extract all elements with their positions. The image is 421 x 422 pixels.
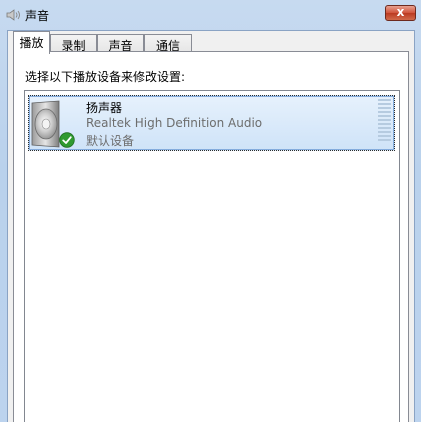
playback-device-list[interactable]: 扬声器 Realtek High Definition Audio 默认设备 (24, 90, 400, 422)
volume-level-meter (378, 99, 391, 145)
check-icon (59, 132, 75, 148)
sound-dialog: 声音 x 播放 录制 声音 通信 选择以下播放设备来修改设置: 扬声器 Real… (0, 0, 421, 422)
playback-panel: 选择以下播放设备来修改设置: 扬声器 Realtek High Definiti… (13, 51, 409, 422)
device-name: 扬声器 (86, 101, 123, 115)
device-item-speakers[interactable]: 扬声器 Realtek High Definition Audio 默认设备 (28, 95, 395, 151)
dialog-client-area: 播放 录制 声音 通信 选择以下播放设备来修改设置: 扬声器 Realtek H… (7, 30, 415, 422)
title-bar[interactable]: 声音 x (0, 0, 421, 30)
tab-playback[interactable]: 播放 (13, 31, 50, 54)
close-button[interactable]: x (385, 5, 416, 21)
device-description: Realtek High Definition Audio (86, 116, 263, 130)
tab-recording[interactable]: 录制 (50, 34, 97, 53)
window-title: 声音 (25, 9, 50, 23)
speaker-title-icon (6, 9, 20, 21)
device-status: 默认设备 (86, 134, 135, 148)
tab-communications[interactable]: 通信 (144, 34, 192, 53)
instruction-text: 选择以下播放设备来修改设置: (25, 70, 186, 84)
tab-sounds[interactable]: 声音 (97, 34, 144, 53)
